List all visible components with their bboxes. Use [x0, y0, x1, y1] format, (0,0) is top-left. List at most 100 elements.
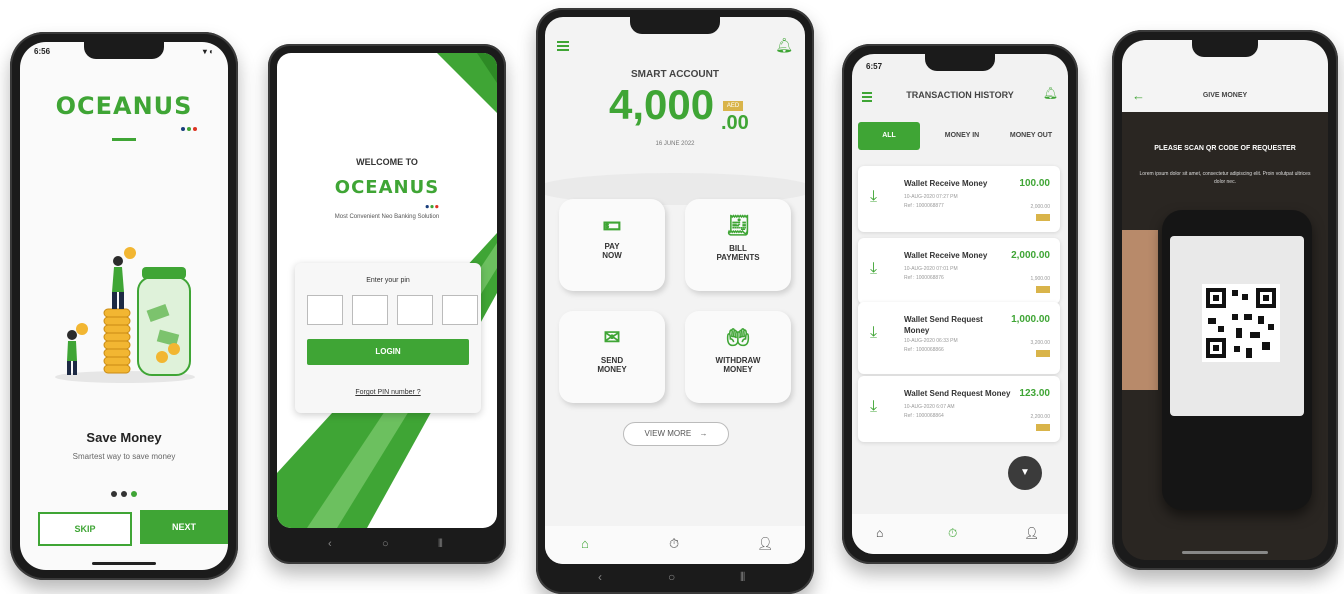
- profile-icon[interactable]: 👤︎: [757, 536, 774, 552]
- recents-icon[interactable]: ⦀: [438, 538, 443, 551]
- pin-label: Enter your pin: [366, 277, 410, 284]
- scan-text: Lorem ipsum dolor sit amet, consectetur …: [1139, 171, 1311, 185]
- scan-title: PLEASE SCAN QR CODE OF REQUESTER: [1154, 145, 1296, 152]
- back-icon[interactable]: ‹: [598, 570, 602, 584]
- recents-icon[interactable]: ⦀: [740, 570, 745, 585]
- filter-fab[interactable]: ▼: [1008, 456, 1042, 490]
- transaction-date: 10-AUG-2020 07:27 PM: [904, 194, 958, 200]
- arrow-right-icon: →: [699, 429, 708, 438]
- home-icon[interactable]: ○: [382, 538, 389, 550]
- download-icon: ⤓: [870, 188, 878, 205]
- pin-box-3[interactable]: [397, 295, 433, 325]
- transaction-row[interactable]: ⤓ Wallet Send Request Money 1,000.00 10-…: [858, 302, 1060, 374]
- menu-icon[interactable]: [557, 41, 569, 51]
- bottom-nav: ⌂ ⏱︎ 👤︎: [852, 514, 1068, 554]
- pay-now-tile[interactable]: 💵︎ PAY NOW: [559, 199, 665, 291]
- onboarding-subtitle: Smartest way to save money: [72, 452, 176, 461]
- transaction-ref: Ref : 1000068864: [904, 413, 944, 419]
- bell-icon[interactable]: 🔔︎: [775, 37, 793, 54]
- transaction-row[interactable]: ⤓ Wallet Send Request Money 123.00 10-AU…: [858, 376, 1060, 442]
- transaction-ref: Ref : 1000068877: [904, 203, 944, 209]
- pin-box-1[interactable]: [307, 295, 343, 325]
- phone-dashboard: 🔔︎ SMART ACCOUNT 4,000 .00 AED 16 JUNE 2…: [536, 8, 814, 594]
- scanned-phone-screen: [1170, 236, 1304, 416]
- transaction-amount: 1,000.00: [1011, 314, 1050, 325]
- envelope-money-icon: ✉︎: [603, 327, 621, 349]
- account-title: SMART ACCOUNT: [631, 69, 719, 80]
- tile-label-2: NOW: [602, 251, 622, 260]
- tab-all[interactable]: ALL: [858, 122, 920, 150]
- bell-icon[interactable]: 🔔︎: [1043, 86, 1058, 100]
- transaction-title: Wallet Receive Money: [904, 251, 988, 260]
- currency-badge: AED: [723, 101, 743, 111]
- status-icons: ▾ ◐: [202, 47, 214, 56]
- page-indicator[interactable]: [20, 484, 228, 502]
- profile-icon[interactable]: 👤︎: [1024, 526, 1039, 540]
- tab-money-out[interactable]: MONEY OUT: [1000, 122, 1062, 150]
- oceanus-logo: OCEANUS: [55, 92, 193, 120]
- transaction-balance: 2,000.00: [1030, 204, 1050, 210]
- oceanus-logo: OCEANUS: [334, 177, 440, 198]
- view-more-button[interactable]: VIEW MORE →: [623, 422, 729, 446]
- home-icon[interactable]: ⌂: [876, 526, 883, 540]
- send-money-tile[interactable]: ✉︎ SEND MONEY: [559, 311, 665, 403]
- pin-box-4[interactable]: [442, 295, 478, 325]
- tagline: Most Convenient Neo Banking Solution: [334, 214, 440, 220]
- onboarding-title: Save Money: [86, 430, 162, 445]
- save-money-illustration: [55, 247, 195, 383]
- currency-badge: [1036, 214, 1050, 221]
- notch: [925, 54, 995, 71]
- transaction-balance: 1,900.00: [1030, 276, 1050, 282]
- download-icon: ⤓: [870, 260, 878, 277]
- hand-money-icon: 🤲︎: [725, 327, 751, 349]
- forgot-pin-link[interactable]: Forgot PIN number ?: [295, 389, 481, 396]
- transaction-amount: 100.00: [1019, 178, 1050, 189]
- notch: [630, 17, 720, 34]
- give-money-screen: ← GIVE MONEY PLEASE SCAN QR CODE OF REQU…: [1122, 40, 1328, 560]
- transaction-balance: 3,200.00: [1030, 340, 1050, 346]
- login-button[interactable]: LOGIN: [307, 339, 469, 365]
- android-nav-bar: ‹ ○ ⦀: [268, 534, 506, 556]
- transaction-date: 10-AUG-2020 06:33 PM: [904, 338, 958, 344]
- timer-icon[interactable]: ⏱︎: [669, 536, 679, 552]
- logo-underline: [112, 138, 136, 141]
- login-screen: WELCOME TO OCEANUS Most Convenient Neo B…: [277, 53, 497, 528]
- tab-money-in[interactable]: MONEY IN: [932, 122, 992, 150]
- dashboard-screen: 🔔︎ SMART ACCOUNT 4,000 .00 AED 16 JUNE 2…: [545, 17, 805, 564]
- transactions-screen: 6:57 TRANSACTION HISTORY 🔔︎ ALL MONEY IN…: [852, 54, 1068, 554]
- phone-transactions: 6:57 TRANSACTION HISTORY 🔔︎ ALL MONEY IN…: [842, 44, 1078, 564]
- home-icon[interactable]: ⌂: [581, 536, 589, 551]
- transaction-amount: 123.00: [1019, 388, 1050, 399]
- page-title: TRANSACTION HISTORY: [906, 90, 1014, 100]
- home-circle-icon[interactable]: ○: [668, 570, 675, 584]
- bottom-nav: ⌂ ⏱︎ 👤︎: [545, 526, 805, 564]
- hand-photo: [1122, 230, 1158, 390]
- transaction-row[interactable]: ⤓ Wallet Receive Money 100.00 10-AUG-202…: [858, 166, 1060, 232]
- bill-icon: 🧾︎: [725, 215, 751, 237]
- notch: [1192, 40, 1258, 57]
- tile-label-2: MONEY: [597, 365, 627, 374]
- page-title: GIVE MONEY: [1202, 92, 1248, 99]
- back-icon[interactable]: ‹: [328, 538, 332, 550]
- phone-onboarding: 6:56 ▾ ◐ OCEANUS Save Money Smartest way…: [10, 32, 238, 580]
- transaction-amount: 2,000.00: [1011, 250, 1050, 261]
- transaction-title: Wallet Send Request Money: [904, 389, 1011, 398]
- phone-give-money: ← GIVE MONEY PLEASE SCAN QR CODE OF REQU…: [1112, 30, 1338, 570]
- status-time: 6:56: [34, 47, 51, 56]
- currency-badge: [1036, 350, 1050, 357]
- tile-label-1: BILL: [729, 244, 747, 253]
- timer-icon[interactable]: ⏱︎: [948, 526, 957, 541]
- transaction-ref: Ref : 1000068866: [904, 347, 944, 353]
- transaction-title: Wallet Send Request Money: [904, 315, 983, 335]
- pin-box-2[interactable]: [352, 295, 388, 325]
- bill-payments-tile[interactable]: 🧾︎ BILL PAYMENTS: [685, 199, 791, 291]
- home-indicator: [92, 562, 156, 565]
- transaction-date: 10-AUG-2020 6:07 AM: [904, 404, 955, 410]
- welcome-text: WELCOME TO: [356, 157, 418, 167]
- pin-card: Enter your pin LOGIN Forgot PIN number ?: [295, 263, 481, 413]
- next-button[interactable]: NEXT: [140, 510, 228, 544]
- withdraw-money-tile[interactable]: 🤲︎ WITHDRAW MONEY: [685, 311, 791, 403]
- skip-button[interactable]: SKIP: [38, 512, 132, 546]
- transaction-row[interactable]: ⤓ Wallet Receive Money 2,000.00 10-AUG-2…: [858, 238, 1060, 304]
- transaction-balance: 2,200.00: [1030, 414, 1050, 420]
